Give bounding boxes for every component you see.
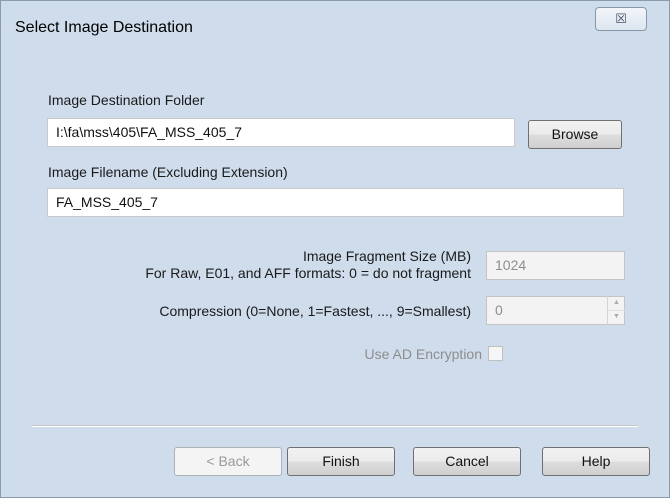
encryption-checkbox[interactable] <box>488 346 503 361</box>
image-filename-label: Image Filename (Excluding Extension) <box>48 164 288 180</box>
destination-folder-label: Image Destination Folder <box>48 92 205 108</box>
compression-input[interactable]: 0 <box>486 296 625 325</box>
destination-folder-input[interactable]: I:\fa\mss\405\FA_MSS_405_7 <box>47 118 515 147</box>
image-filename-input[interactable]: FA_MSS_405_7 <box>47 188 624 217</box>
compression-label: Compression (0=None, 1=Fastest, ..., 9=S… <box>159 303 471 319</box>
back-button[interactable]: < Back <box>174 447 282 476</box>
encryption-label: Use AD Encryption <box>364 346 483 362</box>
fragment-size-hint: For Raw, E01, and AFF formats: 0 = do no… <box>145 265 471 281</box>
spin-up-arrow-icon[interactable]: ▲ <box>608 296 625 311</box>
browse-button[interactable]: Browse <box>528 120 622 149</box>
button-separator <box>32 425 638 427</box>
fragment-size-label: Image Fragment Size (MB) <box>302 248 471 264</box>
finish-button[interactable]: Finish <box>287 447 395 476</box>
compression-spinner[interactable]: ▲ ▼ <box>607 296 625 325</box>
title-bar[interactable]: Select Image Destination ☒ <box>1 1 669 41</box>
fragment-size-input[interactable]: 1024 <box>486 251 625 280</box>
cancel-button[interactable]: Cancel <box>413 447 521 476</box>
spin-down-arrow-icon[interactable]: ▼ <box>608 310 625 324</box>
close-icon: ☒ <box>615 11 627 26</box>
close-button[interactable]: ☒ <box>595 7 647 31</box>
dialog-title: Select Image Destination <box>15 19 193 36</box>
help-button[interactable]: Help <box>542 447 650 476</box>
